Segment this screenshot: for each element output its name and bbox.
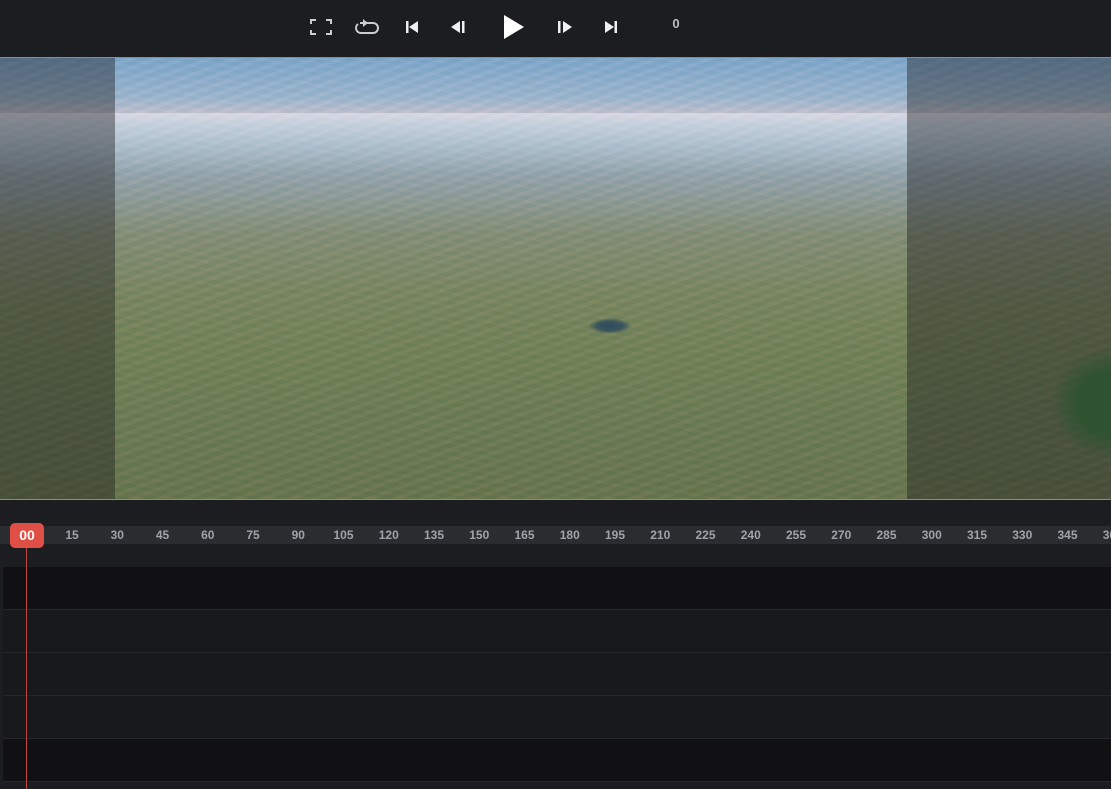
ruler-tick-label: 315 [966, 528, 988, 542]
next-frame-button[interactable] [554, 12, 576, 42]
ruler-tick-label: 330 [1012, 528, 1033, 542]
loop-button[interactable] [353, 12, 381, 42]
time-ruler[interactable]: 15 30 45 60 75 90 105 120 135 150 165 180 195 210 225 2… [0, 526, 1111, 544]
fullscreen-icon [310, 19, 332, 35]
previous-frame-button[interactable] [447, 12, 469, 42]
ruler-tick-label: 150 [469, 528, 490, 542]
skip-to-end-button[interactable] [601, 12, 621, 42]
track-row[interactable] [3, 653, 1111, 695]
track-row[interactable] [3, 696, 1111, 738]
ruler-tick-label: 120 [378, 528, 399, 542]
track-row[interactable] [3, 610, 1111, 652]
skip-to-start-icon [406, 21, 418, 33]
track-area[interactable] [3, 567, 1111, 789]
ruler-tick-label: 195 [604, 528, 626, 542]
ruler-tick-label: 60 [201, 528, 215, 542]
track-row[interactable] [3, 739, 1111, 781]
step-back-icon [451, 21, 465, 33]
timeline: 15 30 45 60 75 90 105 120 135 150 165 180 195 210 225 2… [0, 500, 1111, 789]
ruler-tick-label: 165 [514, 528, 535, 542]
skip-to-start-button[interactable] [402, 12, 422, 42]
playback-toolbar: 0 [0, 0, 1111, 56]
ruler-tick-label: 270 [831, 528, 852, 542]
ruler-tick-label: 360 [1102, 528, 1111, 542]
playhead-line [26, 548, 27, 789]
ruler-tick-label: 105 [333, 528, 354, 542]
fullscreen-button[interactable] [308, 12, 334, 42]
ruler-tick-label: 135 [423, 528, 445, 542]
track-divider [3, 781, 1111, 782]
ruler-tick-label: 15 [65, 528, 79, 542]
ruler-tick-label: 255 [785, 528, 807, 542]
ruler-tick-label: 345 [1057, 528, 1078, 542]
step-forward-icon [558, 21, 572, 33]
ruler-tick-label: 285 [876, 528, 897, 542]
frame-counter: 0 [672, 16, 680, 31]
ruler-tick-label: 240 [740, 528, 761, 542]
animation-editor: 0 15 30 45 60 75 90 105 120 135 150 165 180 195 210 22… [0, 0, 1111, 789]
safe-area-mask-right [907, 58, 1111, 499]
ruler-tick-label: 180 [559, 528, 580, 542]
ruler-tick-label: 90 [291, 528, 305, 542]
ruler-tick-label: 45 [155, 528, 170, 542]
ruler-tick-label: 225 [695, 528, 716, 542]
viewport[interactable] [0, 57, 1111, 500]
ruler-tick-label: 300 [921, 528, 942, 542]
playhead-handle[interactable]: 00 [10, 523, 44, 548]
play-button[interactable] [499, 12, 527, 42]
track-row[interactable] [3, 567, 1111, 609]
safe-area-mask-left [0, 58, 115, 499]
loop-icon [355, 19, 379, 34]
play-icon [504, 15, 524, 39]
ruler-tick-label: 210 [650, 528, 671, 542]
ruler-tick-label: 75 [246, 528, 260, 542]
skip-to-end-icon [605, 21, 617, 33]
ruler-tick-label: 30 [110, 528, 124, 542]
